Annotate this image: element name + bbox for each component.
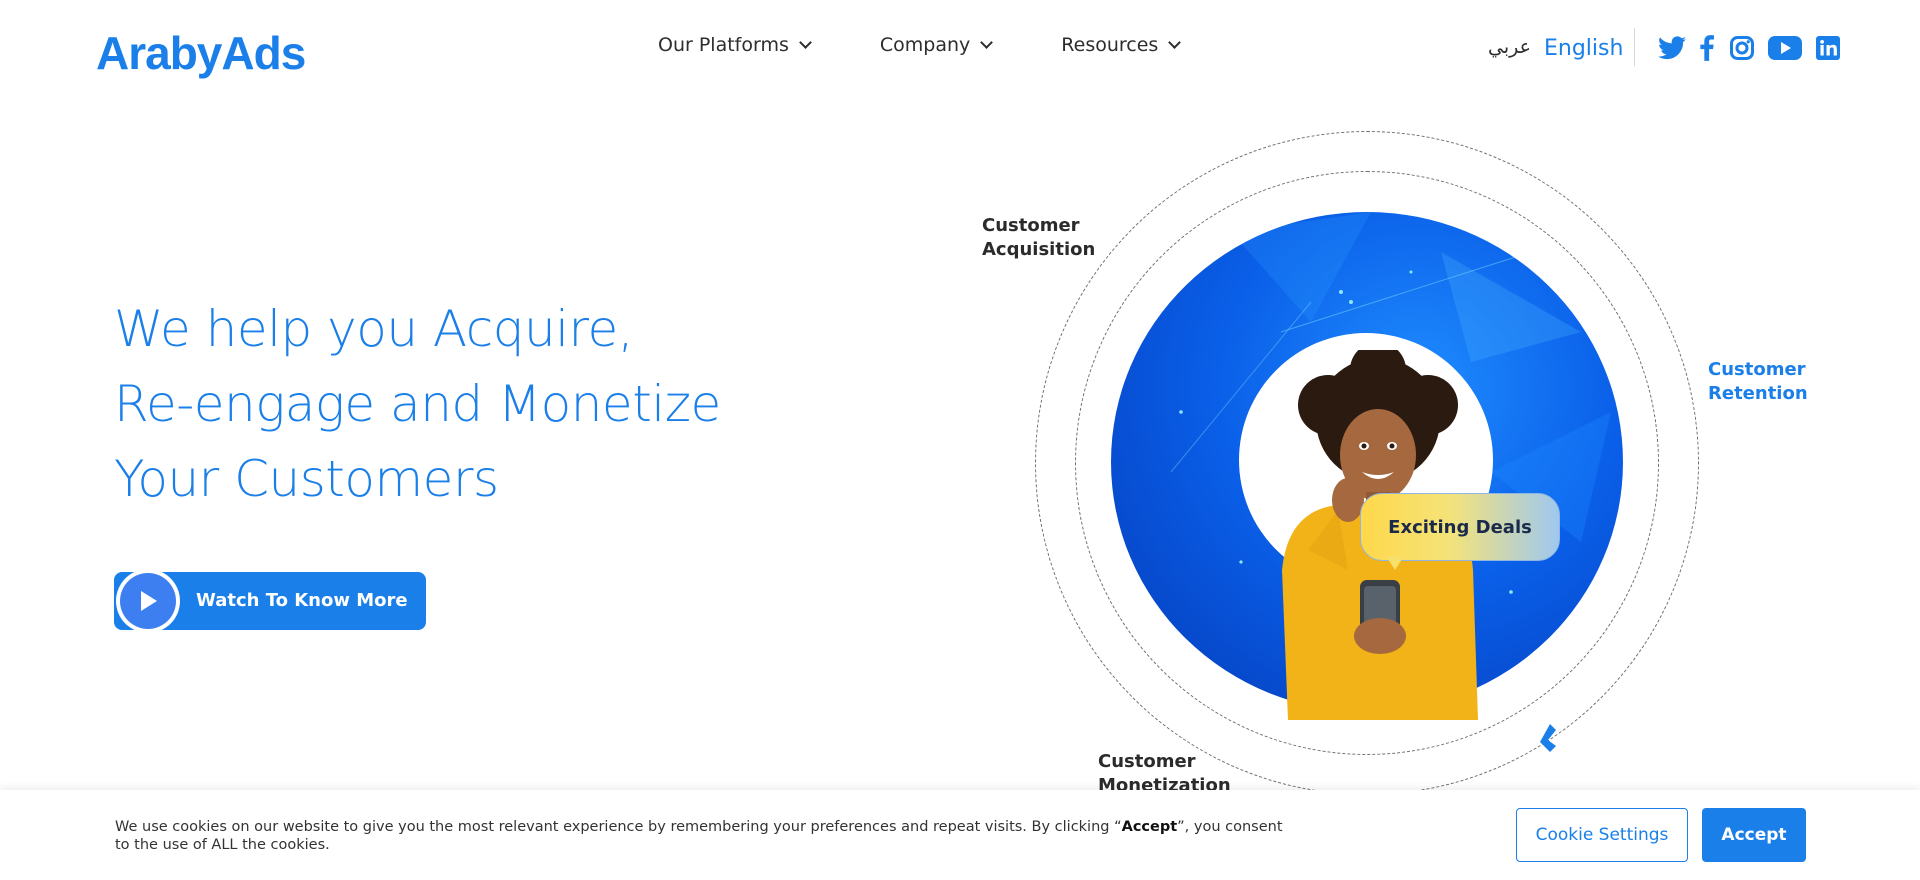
- play-icon: [120, 573, 176, 629]
- twitter-icon[interactable]: [1658, 34, 1686, 62]
- watch-button-label: Watch To Know More: [196, 590, 408, 611]
- arabyads-mark-icon: [1540, 724, 1556, 752]
- youtube-icon[interactable]: [1768, 34, 1802, 62]
- main-nav: Our Platforms Company Resources: [658, 34, 1249, 56]
- language-arabic-link[interactable]: عربي: [1488, 36, 1531, 58]
- cookie-text-before: We use cookies on our website to give yo…: [115, 819, 1122, 835]
- label-text: Customer Retention: [1708, 359, 1808, 404]
- hero-headline: We help you Acquire, Re-engage and Monet…: [114, 292, 874, 517]
- exciting-deals-bubble: Exciting Deals: [1360, 493, 1560, 561]
- language-english-link[interactable]: English: [1544, 36, 1623, 61]
- cookie-consent-bar: We use cookies on our website to give yo…: [0, 790, 1920, 880]
- linkedin-icon[interactable]: [1814, 34, 1842, 62]
- nav-resources[interactable]: Resources: [1061, 34, 1182, 56]
- chevron-down-icon: [799, 36, 812, 49]
- accept-cookies-button[interactable]: Accept: [1702, 808, 1806, 862]
- nav-label: Our Platforms: [658, 34, 789, 56]
- label-customer-acquisition: Customer Acquisition: [982, 214, 1095, 262]
- headline-line-1: We help you Acquire,: [114, 300, 634, 358]
- site-header: ArabyAds Our Platforms Company Resources…: [0, 0, 1920, 96]
- label-text: Customer Acquisition: [982, 215, 1096, 260]
- logo-text: ArabyAds: [96, 27, 306, 79]
- social-links: [1658, 34, 1842, 62]
- play-button-ring: [116, 569, 180, 633]
- nav-company[interactable]: Company: [879, 34, 994, 56]
- nav-label: Company: [879, 34, 971, 56]
- cookie-settings-button[interactable]: Cookie Settings: [1516, 808, 1688, 862]
- headline-line-3: Your Customers: [114, 450, 499, 508]
- facebook-icon[interactable]: [1698, 34, 1716, 62]
- arabyads-logo[interactable]: ArabyAds: [96, 20, 306, 86]
- nav-our-platforms[interactable]: Our Platforms: [658, 34, 812, 56]
- hero-graphic: Exciting Deals: [1030, 128, 1700, 798]
- label-customer-retention: Customer Retention: [1708, 358, 1808, 406]
- header-divider: [1634, 28, 1635, 66]
- nav-label: Resources: [1061, 34, 1159, 56]
- instagram-icon[interactable]: [1728, 34, 1756, 62]
- watch-to-know-more-button[interactable]: Watch To Know More: [114, 569, 426, 633]
- bubble-tail: [1386, 556, 1404, 570]
- headline-line-2: Re-engage and Monetize: [114, 375, 721, 433]
- cookie-message: We use cookies on our website to give yo…: [115, 818, 1295, 854]
- chevron-down-icon: [1168, 36, 1182, 49]
- cookie-text-accept: Accept: [1121, 819, 1178, 835]
- chevron-down-icon: [980, 36, 994, 49]
